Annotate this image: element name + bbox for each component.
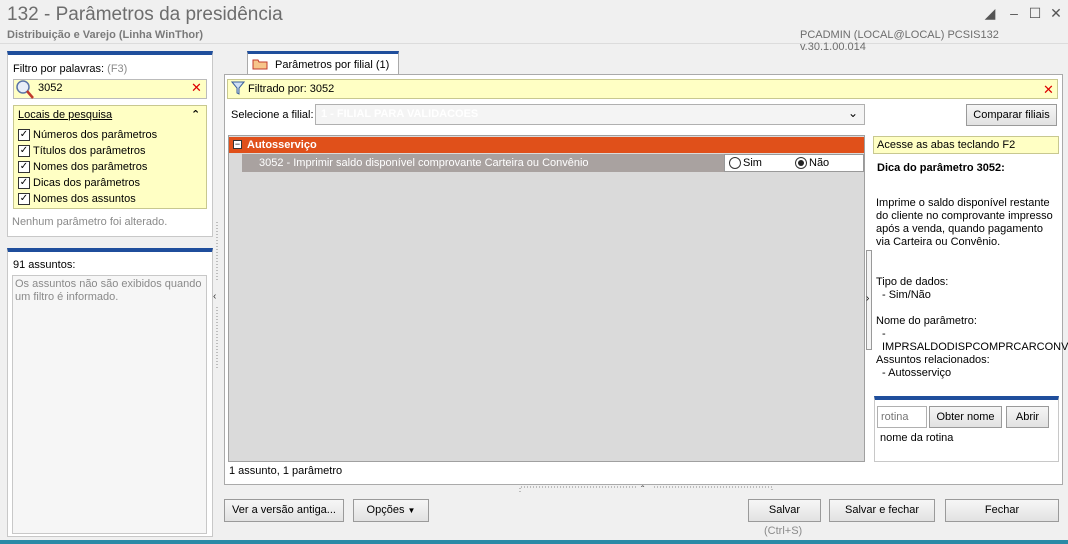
checkbox-assuntos[interactable]: ✓ bbox=[18, 193, 30, 205]
tip-title: Dica do parâmetro 3052: bbox=[877, 162, 1005, 174]
save-hotkey: (Ctrl+S) bbox=[764, 525, 803, 537]
parameters-grid bbox=[228, 135, 865, 462]
subjects-count: 91 assuntos: bbox=[13, 259, 76, 271]
window-subtitle: Distribuição e Varejo (Linha WinThor) bbox=[7, 29, 204, 41]
hint-text: Acesse as abas teclando F2 bbox=[877, 139, 1016, 151]
compare-filiais-button[interactable]: Comparar filiais bbox=[966, 104, 1057, 126]
rotina-name-label: nome da rotina bbox=[880, 432, 954, 444]
funnel-icon bbox=[230, 81, 246, 95]
data-type-label: Tipo de dados: bbox=[876, 276, 949, 288]
save-button[interactable]: Salvar bbox=[748, 499, 821, 522]
checkbox-dicas[interactable]: ✓ bbox=[18, 177, 30, 189]
radio-sim[interactable] bbox=[729, 157, 741, 169]
checkbox-label: Nomes dos assuntos bbox=[33, 193, 136, 205]
param-name-value: - IMPRSALDODISPCOMPRCARCONV bbox=[882, 328, 1068, 353]
locais-title: Locais de pesquisa bbox=[18, 109, 113, 121]
checkbox-label: Dicas dos parâmetros bbox=[33, 177, 140, 189]
filter-hotkey: (F3) bbox=[107, 63, 128, 75]
magnifier-icon bbox=[15, 79, 35, 99]
bottom-splitter[interactable]: ˆ bbox=[518, 484, 774, 496]
obter-nome-button[interactable]: Obter nome bbox=[929, 406, 1002, 428]
tip-body: Imprime o saldo disponível restante do c… bbox=[876, 197, 1053, 248]
svg-text:ˆ: ˆ bbox=[641, 485, 645, 493]
maximize-icon[interactable]: ☐ bbox=[1025, 4, 1045, 22]
filial-select-value: 1 - FILIAL PARA VALIDACOES bbox=[321, 108, 479, 120]
chevron-down-icon[interactable]: ⌄ bbox=[848, 106, 858, 120]
related-label: Assuntos relacionados: bbox=[876, 354, 990, 366]
data-type-value: - Sim/Não bbox=[882, 289, 931, 301]
param-description: 3052 - Imprimir saldo disponível comprov… bbox=[259, 157, 589, 169]
panel-splitter[interactable]: ‹ bbox=[213, 222, 221, 368]
subjects-list[interactable] bbox=[12, 275, 207, 534]
svg-text:‹: ‹ bbox=[213, 291, 216, 302]
clear-search-icon[interactable]: ✕ bbox=[191, 80, 202, 96]
clear-filter-icon[interactable]: ✕ bbox=[1043, 82, 1054, 98]
radio-sim-label: Sim bbox=[743, 157, 762, 169]
group-label: Autosserviço bbox=[247, 139, 317, 151]
rotina-input[interactable] bbox=[877, 406, 927, 428]
checkbox-numeros[interactable]: ✓ bbox=[18, 129, 30, 141]
radio-nao[interactable] bbox=[795, 157, 807, 169]
close-button[interactable]: Fechar bbox=[945, 499, 1059, 522]
checkbox-nomes[interactable]: ✓ bbox=[18, 161, 30, 173]
window-title: 132 - Parâmetros da presidência bbox=[7, 4, 283, 25]
filter-label: Filtro por palavras: (F3) bbox=[13, 63, 128, 75]
checkbox-label: Títulos dos parâmetros bbox=[33, 145, 146, 157]
close-window-icon[interactable]: ✕ bbox=[1046, 4, 1066, 22]
param-name-label: Nome do parâmetro: bbox=[876, 315, 977, 327]
status-strip bbox=[0, 540, 1068, 544]
tab-label: Parâmetros por filial (1) bbox=[275, 59, 390, 71]
filter-bar bbox=[227, 79, 1058, 99]
checkbox-titulos[interactable]: ✓ bbox=[18, 145, 30, 157]
chevron-right-icon[interactable]: › bbox=[866, 293, 869, 304]
select-filial-label: Selecione a filial: bbox=[231, 109, 314, 121]
old-version-button[interactable]: Ver a versão antiga... bbox=[224, 499, 344, 522]
minimize-icon[interactable]: – bbox=[1004, 4, 1024, 22]
no-change-note: Nenhum parâmetro foi alterado. bbox=[12, 216, 168, 228]
options-button[interactable]: Opções ▼ bbox=[353, 499, 429, 522]
filtered-text: Filtrado por: 3052 bbox=[248, 83, 335, 95]
footer-count: 1 assunto, 1 parâmetro bbox=[229, 465, 343, 477]
search-value: 3052 bbox=[38, 82, 63, 94]
caret-down-icon: ▼ bbox=[407, 506, 416, 515]
save-close-button[interactable]: Salvar e fechar bbox=[829, 499, 935, 522]
abrir-button[interactable]: Abrir bbox=[1006, 406, 1049, 428]
collapse-icon[interactable]: ⌃ bbox=[191, 108, 200, 121]
user-info: PCADMIN (LOCAL@LOCAL) PCSIS132 v.30.1.00… bbox=[800, 29, 999, 53]
options-label: Opções bbox=[366, 504, 405, 516]
checkbox-label: Nomes dos parâmetros bbox=[33, 161, 148, 173]
related-value: - Autosserviço bbox=[882, 367, 952, 379]
folder-icon bbox=[252, 58, 268, 70]
checkbox-label: Números dos parâmetros bbox=[33, 129, 158, 141]
subjects-note: Os assuntos não são exibidos quando um f… bbox=[15, 278, 202, 303]
radio-nao-label: Não bbox=[809, 157, 830, 169]
restore-icon[interactable]: ◢ bbox=[980, 4, 1000, 22]
group-row[interactable] bbox=[229, 137, 864, 153]
collapse-group-icon[interactable]: − bbox=[233, 140, 242, 149]
